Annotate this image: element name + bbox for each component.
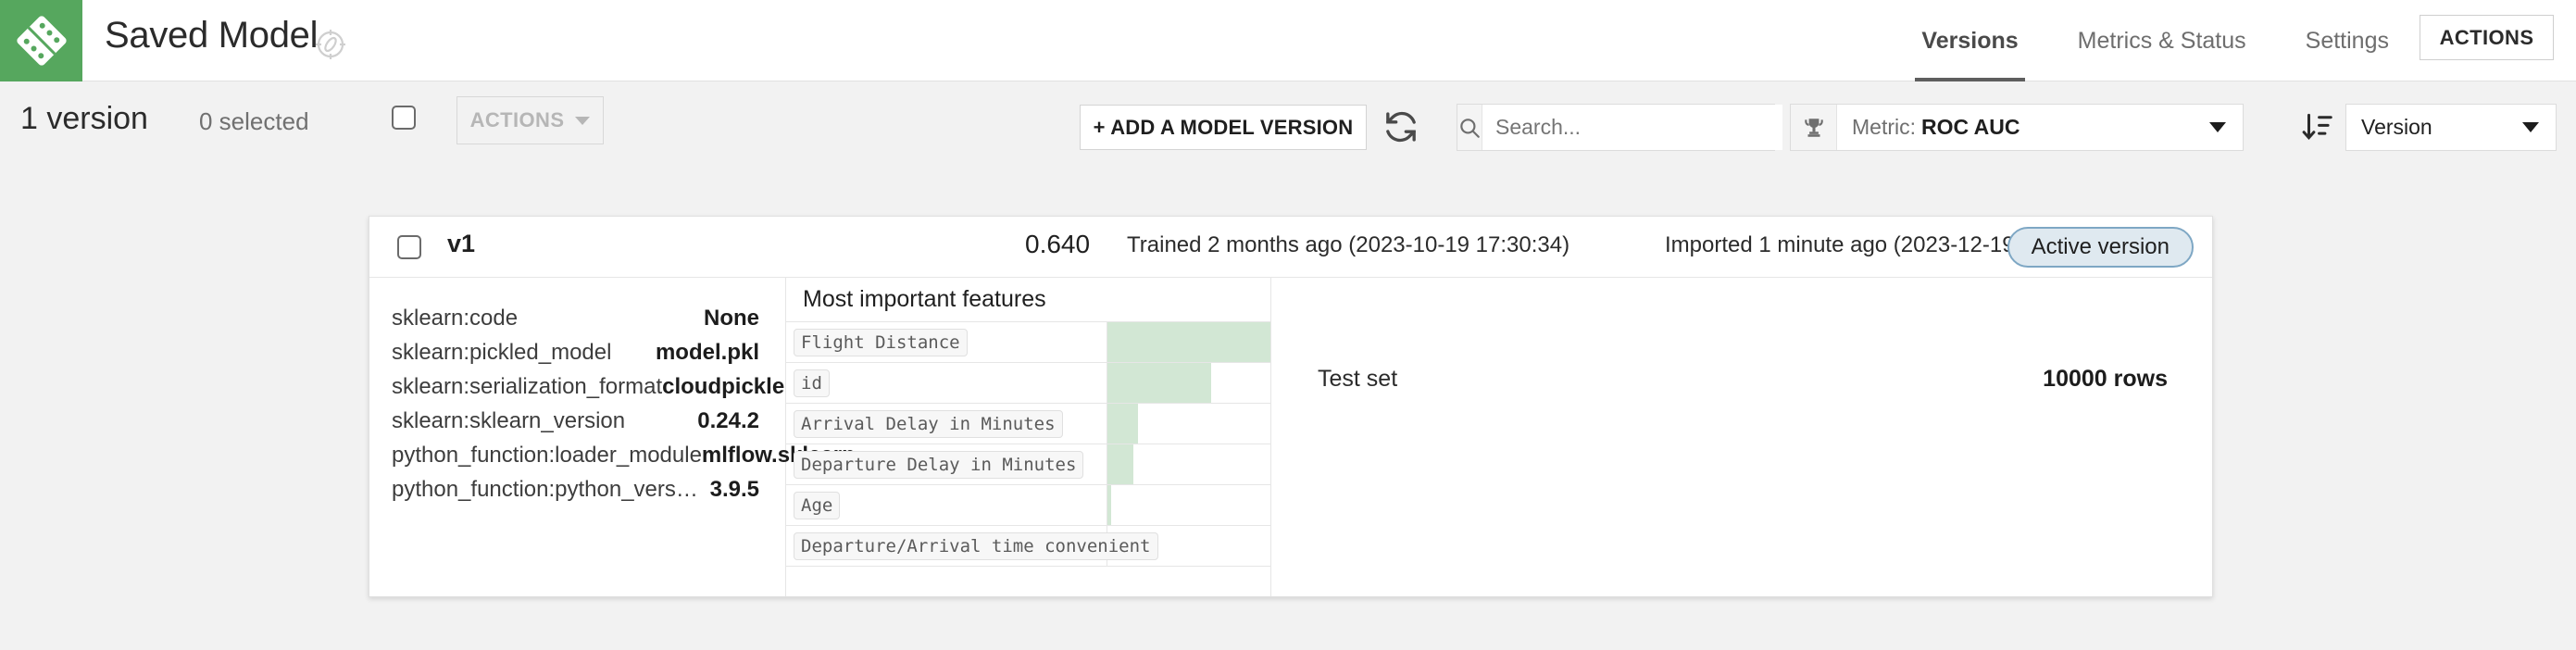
tab-versions[interactable]: Versions [1892,0,2047,81]
feature-importance-title: Most important features [786,278,1270,322]
feature-bar-cell [1107,404,1270,444]
feature-label-cell: Departure Delay in Minutes [786,444,1107,484]
brand-logo-tile[interactable] [0,0,82,81]
metadata-value: model.pkl [655,340,759,365]
select-all-checkbox[interactable] [392,106,416,130]
metadata-row: python_function:loader_module mlflow.skl… [369,443,856,477]
metadata-key: sklearn:sklearn_version [392,408,626,433]
sort-descending-icon[interactable] [2300,109,2335,144]
metadata-value: 0.24.2 [697,408,759,433]
metadata-row: sklearn:sklearn_version 0.24.2 [369,408,785,443]
bulk-actions-dropdown[interactable]: ACTIONS [456,96,604,144]
bulk-actions-label: ACTIONS [469,108,565,131]
sort-dropdown[interactable]: Version [2345,104,2557,151]
metric-chevron-down-icon [2193,105,2243,150]
feature-name-chip: id [794,369,830,397]
tab-versions-label: Versions [1921,27,2019,54]
feature-label-cell: Flight Distance [786,322,1107,362]
metric-filter-prefix: Metric: [1852,115,1916,139]
metadata-key: sklearn:pickled_model [392,340,612,365]
feature-row: Age [786,485,1270,526]
feature-importance-bar [1107,485,1112,525]
domino-logo-icon [16,16,67,66]
feature-importance-bar [1107,444,1133,484]
tab-metrics-and-status[interactable]: Metrics & Status [2048,0,2276,81]
metric-filter-dropdown[interactable]: Metric: ROC AUC [1790,104,2244,151]
feature-row: Arrival Delay in Minutes [786,404,1270,444]
feature-importance-chart: Most important features Flight Distance … [786,278,1271,596]
sort-value: Version [2361,115,2432,139]
version-card-header: v1 0.640 Trained 2 months ago (2023-10-1… [369,217,2212,278]
version-trained-timestamp: Trained 2 months ago (2023-10-19 17:30:3… [1127,232,1570,257]
version-name: v1 [447,230,476,257]
feature-bar-cell [1107,363,1270,403]
test-set-panel: Test set 10000 rows [1271,278,2212,596]
trophy-icon [1791,105,1837,150]
feature-importance-bar [1107,404,1138,444]
app-header: Saved Model Versions Metrics & Status Se… [0,0,2576,81]
metadata-value: None [704,306,759,331]
tab-settings-label: Settings [2305,27,2389,54]
metric-filter-value: ROC AUC [1921,115,2020,139]
feature-label-cell: id [786,363,1107,403]
tab-settings[interactable]: Settings [2276,0,2419,81]
version-card-body: sklearn:code None sklearn:pickled_model … [369,278,2212,596]
metadata-key: python_function:python_vers… [392,477,698,502]
feature-name-chip: Age [794,491,841,519]
metadata-key: sklearn:serialization_format [392,374,663,399]
selected-count-label: 0 selected [199,107,309,135]
metadata-row: sklearn:pickled_model model.pkl [369,340,785,374]
feature-label-cell: Departure/Arrival time convenient [786,526,1158,566]
test-set-label: Test set [1318,366,1398,392]
feature-bar-cell [1107,526,1270,566]
feature-name-chip: Departure/Arrival time convenient [794,531,1158,560]
status-badge[interactable]: Active version [2007,227,2194,268]
model-metadata-list: sklearn:code None sklearn:pickled_model … [369,278,856,596]
metadata-row: python_function:python_vers… 3.9.5 [369,477,785,511]
metric-filter-value-wrap: Metric: ROC AUC [1837,105,2193,150]
metadata-value: cloudpickle [662,374,785,399]
feature-row: Flight Distance [786,322,1270,363]
feature-name-chip: Flight Distance [794,328,968,356]
version-count-label: 1 version [20,101,148,136]
refresh-icon[interactable] [1382,108,1419,145]
add-model-version-button[interactable]: + ADD A MODEL VERSION [1080,105,1367,150]
search-input[interactable] [1482,105,1782,150]
feature-row: Departure Delay in Minutes [786,444,1270,485]
tab-metrics-and-status-label: Metrics & Status [2077,27,2246,54]
metadata-value: 3.9.5 [709,477,759,502]
feature-bar-cell [1107,322,1270,362]
metadata-key: sklearn:code [392,306,519,331]
header-nav-tabs: Versions Metrics & Status Settings [1892,0,2419,81]
feature-importance-bar [1107,363,1211,403]
compass-icon[interactable] [312,26,349,63]
search-icon [1457,105,1482,150]
feature-importance-bar [1107,322,1270,362]
model-version-card: v1 0.640 Trained 2 months ago (2023-10-1… [369,216,2213,597]
chevron-down-icon [575,116,591,125]
sort-chevron-down-icon [2506,105,2556,150]
test-set-value: 10000 rows [2043,366,2168,392]
feature-bar-cell [1107,485,1270,525]
metadata-row: sklearn:code None [369,306,785,340]
page-title: Saved Model [105,15,319,56]
version-select-checkbox[interactable] [397,235,421,259]
feature-label-cell: Age [786,485,1107,525]
version-metric-value: 0.640 [1025,230,1091,258]
feature-name-chip: Arrival Delay in Minutes [794,409,1063,438]
feature-row: Departure/Arrival time convenient [786,526,1270,567]
search-box[interactable] [1457,104,1782,151]
metadata-key: python_function:loader_module [392,443,702,468]
feature-row: id [786,363,1270,404]
metadata-row: sklearn:serialization_format cloudpickle [369,374,785,408]
feature-bar-cell [1107,444,1270,484]
feature-label-cell: Arrival Delay in Minutes [786,404,1107,444]
feature-name-chip: Departure Delay in Minutes [794,450,1084,479]
header-actions-button[interactable]: ACTIONS [2420,15,2554,60]
